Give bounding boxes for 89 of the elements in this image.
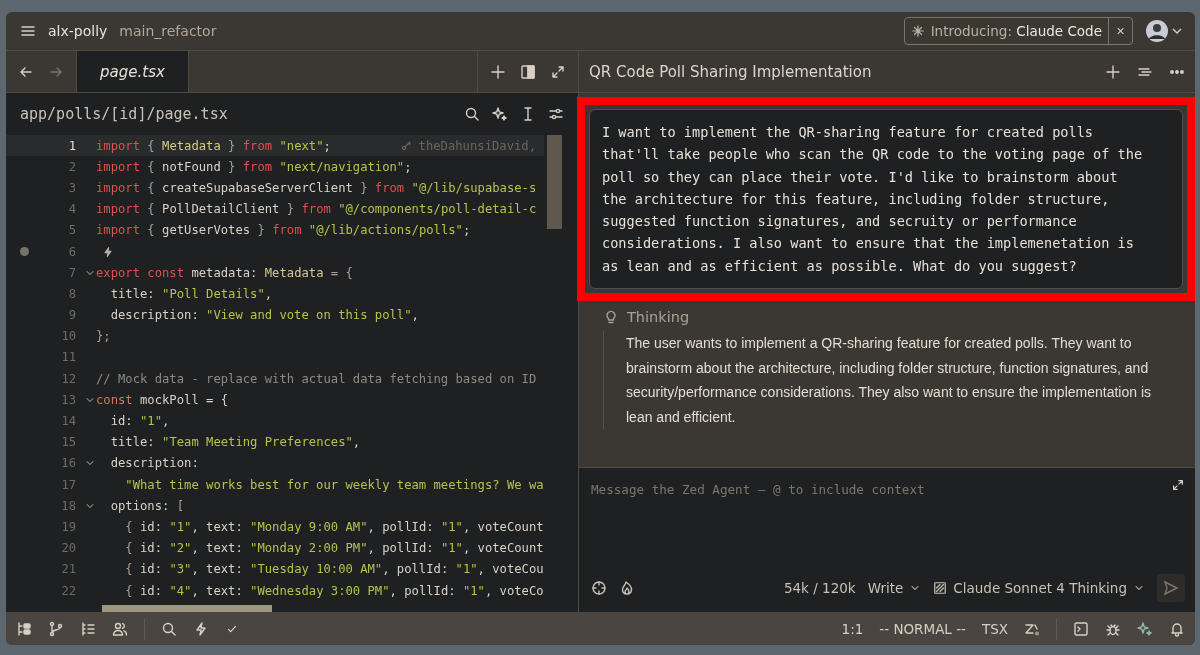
line-number: 13 xyxy=(60,392,76,407)
announcement-banner[interactable]: Introducing: Claude Code xyxy=(904,18,1108,44)
line-number: 10 xyxy=(60,329,77,344)
sparkles-icon[interactable] xyxy=(492,106,508,122)
cursor-position[interactable]: 1:1 xyxy=(841,620,864,637)
plus-icon[interactable] xyxy=(490,63,506,80)
blame-annotation: theDahunsiDavid, xyxy=(418,138,536,153)
line-number: 15 xyxy=(60,435,77,450)
project-panel-icon[interactable] xyxy=(16,620,32,637)
line-number: 12 xyxy=(60,371,77,386)
code-line: description: "View and vote on this poll", xyxy=(109,308,419,323)
terminal-icon[interactable] xyxy=(1073,620,1089,637)
line-number: 17 xyxy=(60,477,77,492)
settings-sliders-icon[interactable] xyxy=(548,106,564,122)
line-number: 19 xyxy=(60,519,77,534)
code-line: description: xyxy=(109,456,199,471)
code-line: id: "1", xyxy=(109,414,170,429)
expand-icon[interactable] xyxy=(1171,478,1185,492)
thread-title: QR Code Poll Sharing Implementation xyxy=(589,62,873,81)
split-pane-icon[interactable] xyxy=(520,63,536,80)
thinking-text: The user wants to implement a QR-sharing feature for created polls. They want to brainstorm about the architecture, including folder structure, function signatures, and security/performance considerations. They also want to ensure the implementation is lean and efficient. xyxy=(603,331,1173,430)
line-number: 20 xyxy=(60,541,77,556)
file-path[interactable]: app/polls/[id]/page.tsx xyxy=(20,105,452,123)
send-button[interactable] xyxy=(1157,574,1185,602)
code-line: "What time works best for our weekly team meetings? We wa xyxy=(124,477,544,492)
code-line: { id: "1", text: "Monday 9:00 AM", pollId: "1", voteCount xyxy=(124,519,544,534)
message-input[interactable]: Message the Zed Agent — @ to include context xyxy=(591,478,1171,501)
line-number: 16 xyxy=(60,456,76,471)
code-line: title: "Team Meeting Preferences", xyxy=(109,435,361,450)
outline-list-icon[interactable] xyxy=(80,620,96,637)
code-line: { id: "2", text: "Monday 2:00 PM", pollId: "1", voteCount xyxy=(124,541,544,556)
code-line: }; xyxy=(96,329,111,344)
vim-mode: -- NORMAL -- xyxy=(879,620,966,637)
search-icon[interactable] xyxy=(161,620,177,637)
line-number: 11 xyxy=(60,350,77,365)
line-number: 21 xyxy=(60,562,77,577)
project-name[interactable]: alx-polly xyxy=(48,23,108,39)
code-line: import { createSupabaseServerClient } from "@/lib/supabase-s xyxy=(96,180,537,195)
line-number: 2 xyxy=(67,159,77,174)
code-line: // Mock data - replace with actual data fetching based on ID xyxy=(96,371,537,386)
git-branch-icon[interactable] xyxy=(48,620,64,637)
crosshair-icon[interactable] xyxy=(591,580,607,596)
sparkle-icon xyxy=(910,24,925,38)
token-count: 54k / 120k xyxy=(783,580,856,596)
breakpoint-dot[interactable] xyxy=(20,247,29,257)
line-number: 3 xyxy=(67,180,77,195)
plus-icon[interactable] xyxy=(1105,63,1121,80)
line-number: 6 xyxy=(67,244,77,259)
line-number: 8 xyxy=(67,286,77,301)
line-number: 5 xyxy=(67,223,77,238)
code-line: { id: "4", text: "Wednesday 3:00 PM", pollId: "1", voteCo xyxy=(124,583,544,598)
line-number: 22 xyxy=(60,583,77,598)
branch-name[interactable]: main_refactor xyxy=(119,23,217,39)
code-line: options: [ xyxy=(109,498,185,513)
bell-icon[interactable] xyxy=(1169,620,1185,637)
code-line: const mockPoll = { xyxy=(96,392,229,407)
model-dropdown[interactable]: Claude Sonnet 4 Thinking xyxy=(933,580,1145,596)
line-number: 1 xyxy=(67,138,77,153)
user-message: I want to implement the QR-sharing feature for created polls that'll take people who scan the QR code to the voting page of the poll so they can place their vote. I'd like to brainstorm about the architecture for this feature, including folder structure, suggested function signatures, and secruity or performance considerations. I also want to ensure that the implemenetation is as lean and as efficient as possible. What do you suggest? xyxy=(589,109,1183,290)
hamburger-icon xyxy=(20,23,36,39)
code-line: export const metadata: Metadata = { xyxy=(96,265,353,280)
tree-icon xyxy=(16,620,32,637)
line-number: 18 xyxy=(60,498,76,513)
send-icon xyxy=(1163,580,1179,596)
line-number: 4 xyxy=(67,202,77,217)
lightning-icon[interactable] xyxy=(102,245,114,258)
line-number: 7 xyxy=(67,265,76,280)
expand-icon[interactable] xyxy=(550,63,566,80)
menu-icon[interactable] xyxy=(20,23,36,39)
flame-icon[interactable] xyxy=(619,580,635,596)
file-tab[interactable]: page.tsx xyxy=(77,51,189,92)
code-line: { id: "3", text: "Tuesday 10:00 AM", pollId: "1", voteCou xyxy=(124,562,544,577)
users-icon[interactable] xyxy=(112,620,128,637)
scrollbar-thumb[interactable] xyxy=(547,135,562,229)
close-button[interactable]: × xyxy=(1108,18,1132,44)
scrollbar-thumb[interactable] xyxy=(102,605,272,612)
lightbulb-icon[interactable] xyxy=(603,309,619,326)
code-line: title: "Poll Details", xyxy=(109,286,273,301)
line-number: 14 xyxy=(60,414,77,429)
code-line: import { notFound } from "next/navigation"; xyxy=(96,159,412,174)
code-line: import { PollDetailClient } from "@/components/poll-detail-c xyxy=(96,202,537,217)
mode-dropdown[interactable]: Write xyxy=(867,580,922,596)
model-icon xyxy=(933,581,948,595)
language-indicator[interactable]: TSX xyxy=(981,620,1008,637)
code-line: import { Metadata } from "next"; xyxy=(96,138,331,153)
line-number: 9 xyxy=(67,308,77,323)
thinking-label[interactable]: Thinking xyxy=(627,309,690,326)
search-icon[interactable] xyxy=(464,106,480,122)
code-line: import { getUserVotes } from "@/lib/actions/polls"; xyxy=(96,223,471,238)
